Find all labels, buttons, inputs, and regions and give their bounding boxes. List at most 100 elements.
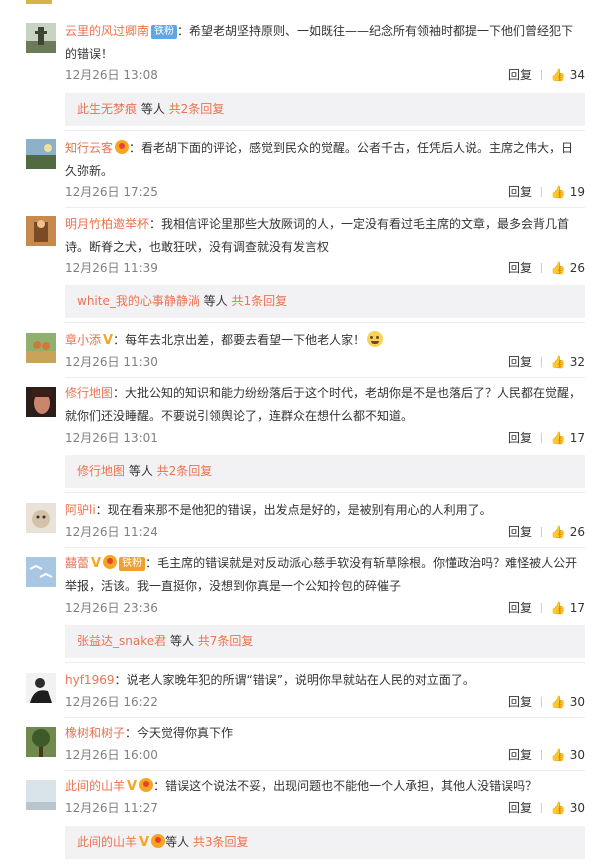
sub-reply-user[interactable]: 修行地图 <box>77 464 125 478</box>
fan-badge: 铁粉 <box>151 25 178 39</box>
like-button[interactable]: 👍 30 <box>551 693 585 711</box>
like-button[interactable]: 👍 17 <box>551 429 585 447</box>
like-count: 34 <box>569 68 585 82</box>
sub-reply-count[interactable]: 共7条回复 <box>198 634 254 648</box>
username-link[interactable]: 阿驴li <box>65 503 96 517</box>
divider <box>65 717 585 718</box>
comment-time: 12月26日 13:08 <box>65 68 158 82</box>
sub-reply-user[interactable]: 此生无梦痕 <box>77 102 137 116</box>
reply-button[interactable]: 回复 <box>508 353 532 371</box>
sub-reply-user[interactable]: 此间的山羊 <box>77 835 137 849</box>
thumbs-up-icon: 👍 <box>550 185 566 199</box>
comment-text: 橡树和树子：今天觉得你真下作 <box>65 722 585 745</box>
username-link[interactable]: 明月竹柏邀举杯 <box>65 217 149 231</box>
avatar[interactable] <box>26 727 56 757</box>
divider <box>65 492 585 493</box>
like-count: 26 <box>569 261 585 275</box>
username-link[interactable]: 云里的风过卿南 <box>65 24 149 38</box>
sub-reply-text: 等人 <box>165 835 193 849</box>
reply-button[interactable]: 回复 <box>508 599 532 617</box>
sub-replies: 张益达_snake君 等人 共7条回复 <box>65 625 585 658</box>
avatar[interactable] <box>26 557 56 587</box>
like-button[interactable]: 👍 26 <box>551 523 585 541</box>
like-button[interactable]: 👍 19 <box>551 183 585 201</box>
comment-meta: 12月26日 11:30 回复 👍 32 <box>65 353 585 371</box>
avatar[interactable] <box>26 673 56 703</box>
like-button[interactable]: 👍 17 <box>551 599 585 617</box>
username-link[interactable]: 橡树和树子 <box>65 726 125 740</box>
comment-body: ：看老胡下面的评论，感觉到民众的觉醒。公者千古，任凭后人说。主席之伟大，日久弥新… <box>65 141 574 178</box>
thumbs-up-icon: 👍 <box>550 748 566 762</box>
sub-reply-count[interactable]: 共3条回复 <box>193 835 249 849</box>
fan-badge: 铁粉 <box>119 557 146 571</box>
like-count: 17 <box>569 601 585 615</box>
username-link[interactable]: hyf1969 <box>65 673 114 687</box>
comment-time: 12月26日 13:01 <box>65 431 158 445</box>
sub-replies: white_我的心事静静淌 等人 共1条回复 <box>65 285 585 318</box>
comment-body: ：大批公知的知识和能力纷纷落后于这个时代，老胡你是不是也落后了？人民都在觉醒，就… <box>65 386 582 423</box>
comment-text: 修行地图：大批公知的知识和能力纷纷落后于这个时代，老胡你是不是也落后了？人民都在… <box>65 382 585 428</box>
comment-text: 章小添 V：每年去北京出差，都要去看望一下他老人家！ <box>65 329 585 352</box>
sub-reply-user[interactable]: 张益达_snake君 <box>77 634 166 648</box>
sub-reply-user[interactable]: white_我的心事静静淌 <box>77 294 200 308</box>
like-button[interactable]: 👍 32 <box>551 353 585 371</box>
reply-button[interactable]: 回复 <box>508 66 532 84</box>
avatar[interactable] <box>26 216 56 246</box>
reply-button[interactable]: 回复 <box>508 693 532 711</box>
like-button[interactable]: 👍 30 <box>551 746 585 764</box>
thumbs-up-icon: 👍 <box>550 261 566 275</box>
thumbs-up-icon: 👍 <box>550 525 566 539</box>
avatar[interactable] <box>26 780 56 810</box>
sub-reply-count[interactable]: 共2条回复 <box>169 102 225 116</box>
divider <box>65 547 585 548</box>
comment-body: ：今天觉得你真下作 <box>125 726 234 740</box>
username-link[interactable]: 囍蕾 <box>65 556 89 570</box>
like-count: 32 <box>569 355 585 369</box>
reply-button[interactable]: 回复 <box>508 799 532 817</box>
sub-reply-text: 等人 <box>199 294 232 308</box>
comment-time: 12月26日 11:27 <box>65 801 158 815</box>
comment-body: ：现在看来那不是他犯的错误，出发点是好的，是被别有用心的人利用了。 <box>95 503 492 517</box>
divider <box>541 357 542 367</box>
thumbs-up-icon: 👍 <box>550 601 566 615</box>
like-count: 26 <box>569 525 585 539</box>
reply-button[interactable]: 回复 <box>508 429 532 447</box>
comment-list: 云里的风过卿南 铁粉 ：希望老胡坚持原则、一如既往——纪念所有领袖时都提一下他们曾经… <box>0 0 605 868</box>
thumbs-up-icon: 👍 <box>550 801 566 815</box>
avatar[interactable] <box>26 333 56 363</box>
like-button[interactable]: 👍 26 <box>551 259 585 277</box>
reply-button[interactable]: 回复 <box>508 746 532 764</box>
comment-time: 12月26日 16:00 <box>65 748 158 762</box>
divider <box>541 750 542 760</box>
avatar[interactable] <box>26 23 56 53</box>
comment-time: 12月26日 11:30 <box>65 355 158 369</box>
like-count: 19 <box>569 185 585 199</box>
username-link[interactable]: 修行地图 <box>65 386 113 400</box>
sub-reply-text: 等人 <box>137 102 169 116</box>
like-count: 17 <box>569 431 585 445</box>
divider <box>65 662 585 663</box>
divider <box>541 603 542 613</box>
username-link[interactable]: 知行云客 <box>65 141 113 155</box>
avatar[interactable] <box>26 139 56 169</box>
like-button[interactable]: 👍 30 <box>551 799 585 817</box>
thumbs-up-icon: 👍 <box>550 355 566 369</box>
comment-time: 12月26日 16:22 <box>65 695 158 709</box>
medal-icon <box>151 834 166 848</box>
like-button[interactable]: 👍 34 <box>551 66 585 84</box>
comment-meta: 12月26日 11:27 回复 👍 30 <box>65 799 585 817</box>
username-link[interactable]: 章小添 <box>65 333 101 347</box>
reply-button[interactable]: 回复 <box>508 523 532 541</box>
avatar[interactable] <box>26 387 56 417</box>
like-count: 30 <box>569 748 585 762</box>
reply-button[interactable]: 回复 <box>508 183 532 201</box>
reply-button[interactable]: 回复 <box>508 259 532 277</box>
sub-reply-count[interactable]: 共1条回复 <box>231 294 287 308</box>
comment-meta: 12月26日 16:00 回复 👍 30 <box>65 746 585 764</box>
sub-reply-count[interactable]: 共2条回复 <box>157 464 213 478</box>
avatar[interactable] <box>26 503 56 533</box>
username-link[interactable]: 此间的山羊 <box>65 779 125 793</box>
divider <box>65 130 585 131</box>
divider <box>65 377 585 378</box>
medal-icon <box>139 778 154 792</box>
